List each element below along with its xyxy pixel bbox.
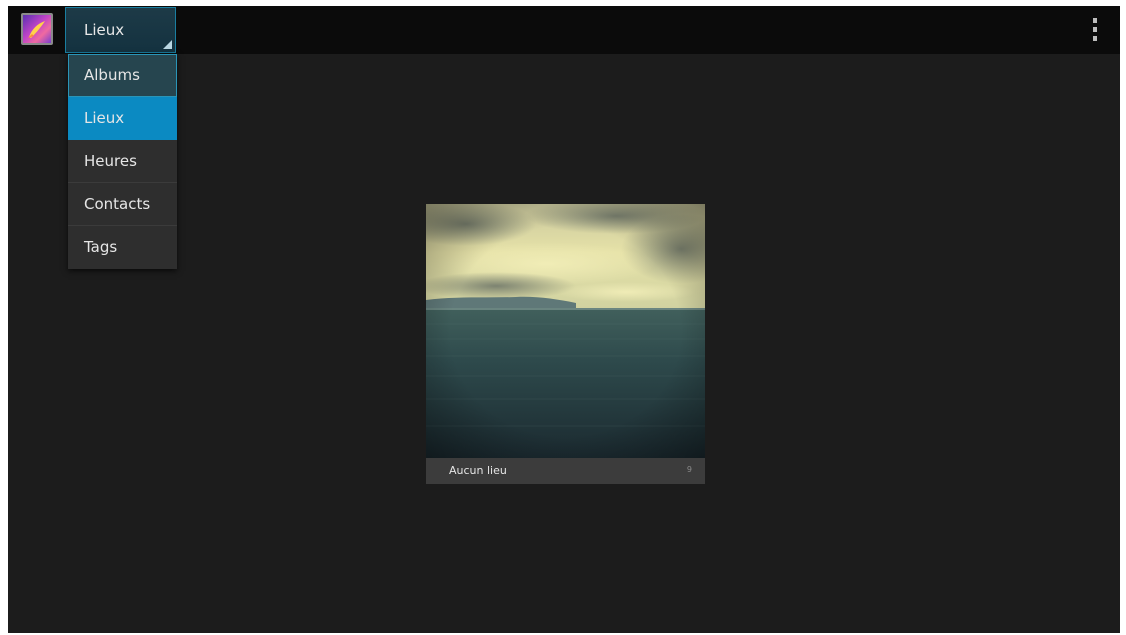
album-count: 9 [686, 465, 692, 474]
spinner-corner-arrow-icon [163, 40, 172, 49]
gallery-screen: Lieux Albums Lieux Heures Contacts Tags [8, 6, 1120, 633]
view-mode-dropdown: Albums Lieux Heures Contacts Tags [68, 54, 177, 269]
album-cover-image [426, 204, 705, 458]
dropdown-item-tags[interactable]: Tags [68, 226, 177, 269]
gallery-app-icon-glyph [28, 21, 45, 38]
album-name: Aucun lieu [449, 464, 507, 477]
view-mode-spinner-label: Lieux [84, 21, 125, 39]
album-caption-bar: Aucun lieu 9 [426, 458, 705, 484]
overflow-menu-icon[interactable] [1090, 18, 1100, 42]
dropdown-item-heures[interactable]: Heures [68, 140, 177, 183]
album-tile[interactable]: Aucun lieu 9 [426, 204, 705, 484]
action-bar: Lieux [8, 6, 1120, 54]
view-mode-spinner[interactable]: Lieux [65, 7, 176, 53]
dropdown-item-albums[interactable]: Albums [68, 54, 177, 97]
gallery-app-icon[interactable] [21, 13, 53, 45]
dropdown-item-contacts[interactable]: Contacts [68, 183, 177, 226]
dropdown-item-lieux[interactable]: Lieux [68, 97, 177, 140]
